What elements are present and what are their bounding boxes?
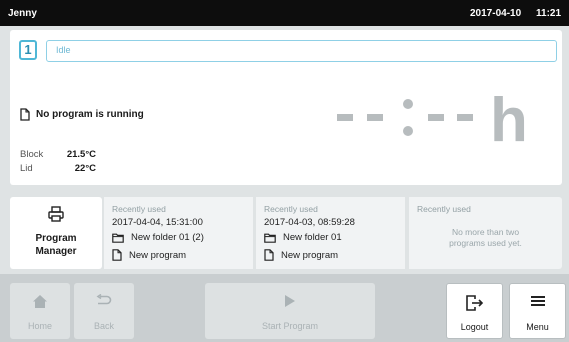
home-icon (33, 295, 47, 308)
folder-icon (264, 233, 276, 243)
recent-folder-name: New folder 01 (283, 232, 342, 243)
program-status-text: No program is running (36, 109, 144, 120)
document-icon (20, 108, 30, 121)
program-manager-button[interactable]: Program Manager (10, 197, 102, 269)
current-time: 11:21 (536, 8, 562, 19)
block-temp-value: 21.5°C (66, 148, 96, 160)
temperature-readout: Block 21.5°C Lid 22°C (20, 147, 96, 175)
back-label: Back (93, 321, 114, 331)
start-program-button[interactable]: Start Program (205, 283, 375, 339)
timer-dash-3 (428, 114, 444, 121)
remaining-time-display: h (337, 94, 528, 154)
lid-temp-value: 22°C (74, 162, 96, 174)
timer-unit: h (490, 94, 528, 154)
empty-message-line1: No more than two (451, 227, 520, 237)
recent-program-name: New program (281, 249, 339, 261)
recently-used-card-2[interactable]: Recently used 2017-04-03, 08:59:28 New f… (256, 197, 405, 269)
recent-folder-name: New folder 01 (2) (131, 232, 204, 243)
recent-folder-item[interactable]: New folder 01 (2) (112, 232, 204, 243)
document-icon (112, 249, 122, 261)
hamburger-menu-icon (530, 296, 545, 306)
program-manager-label: Program Manager (10, 232, 102, 258)
folder-icon (112, 233, 124, 243)
block-temp-label: Block (20, 148, 44, 160)
recent-program-item[interactable]: New program (264, 249, 338, 261)
timer-dash-1 (337, 114, 353, 121)
start-program-label: Start Program (261, 321, 319, 331)
lid-temp-label: Lid (20, 162, 33, 174)
recently-used-card-3: Recently used No more than two programs … (409, 197, 562, 269)
timer-colon-bottom (403, 126, 413, 136)
recently-used-title: Recently used (264, 204, 318, 214)
block-status-field: Idle (46, 40, 557, 62)
bottom-toolbar: Home Back Start Program Logout Menu (0, 274, 569, 342)
status-bar: Jenny 2017-04-10 11:21 (0, 0, 569, 26)
menu-label: Menu (526, 322, 549, 332)
recently-used-title: Recently used (417, 204, 471, 214)
recently-used-date: 2017-04-04, 15:31:00 (112, 217, 203, 228)
document-icon (264, 249, 274, 261)
user-name: Jenny (8, 8, 37, 19)
block-number-badge[interactable]: 1 (19, 40, 37, 60)
printer-icon (48, 206, 64, 222)
logout-icon (465, 295, 483, 311)
recently-used-date: 2017-04-03, 08:59:28 (264, 217, 355, 228)
current-date: 2017-04-10 (470, 8, 522, 19)
back-button[interactable]: Back (74, 283, 134, 339)
logout-label: Logout (460, 322, 489, 332)
recent-folder-item[interactable]: New folder 01 (264, 232, 342, 243)
timer-colon-top (403, 99, 413, 109)
home-label: Home (27, 321, 52, 331)
back-arrow-icon (96, 294, 112, 305)
play-icon (285, 295, 295, 307)
recent-program-name: New program (129, 249, 187, 261)
menu-button[interactable]: Menu (509, 283, 566, 339)
empty-message-line2: programs used yet. (449, 238, 522, 248)
timer-dash-4 (457, 114, 473, 121)
timer-dash-2 (367, 114, 383, 121)
program-manager-label-line2: Manager (35, 246, 77, 257)
recently-used-empty-message: No more than two programs used yet. (409, 227, 562, 249)
logout-button[interactable]: Logout (446, 283, 503, 339)
home-button[interactable]: Home (10, 283, 70, 339)
recently-used-card-1[interactable]: Recently used 2017-04-04, 15:31:00 New f… (104, 197, 253, 269)
recent-program-item[interactable]: New program (112, 249, 186, 261)
program-manager-label-line1: Program (35, 233, 77, 244)
program-status: No program is running (20, 108, 144, 121)
recently-used-title: Recently used (112, 204, 166, 214)
block-status-panel: 1 Idle No program is running h Block 21.… (10, 30, 562, 185)
